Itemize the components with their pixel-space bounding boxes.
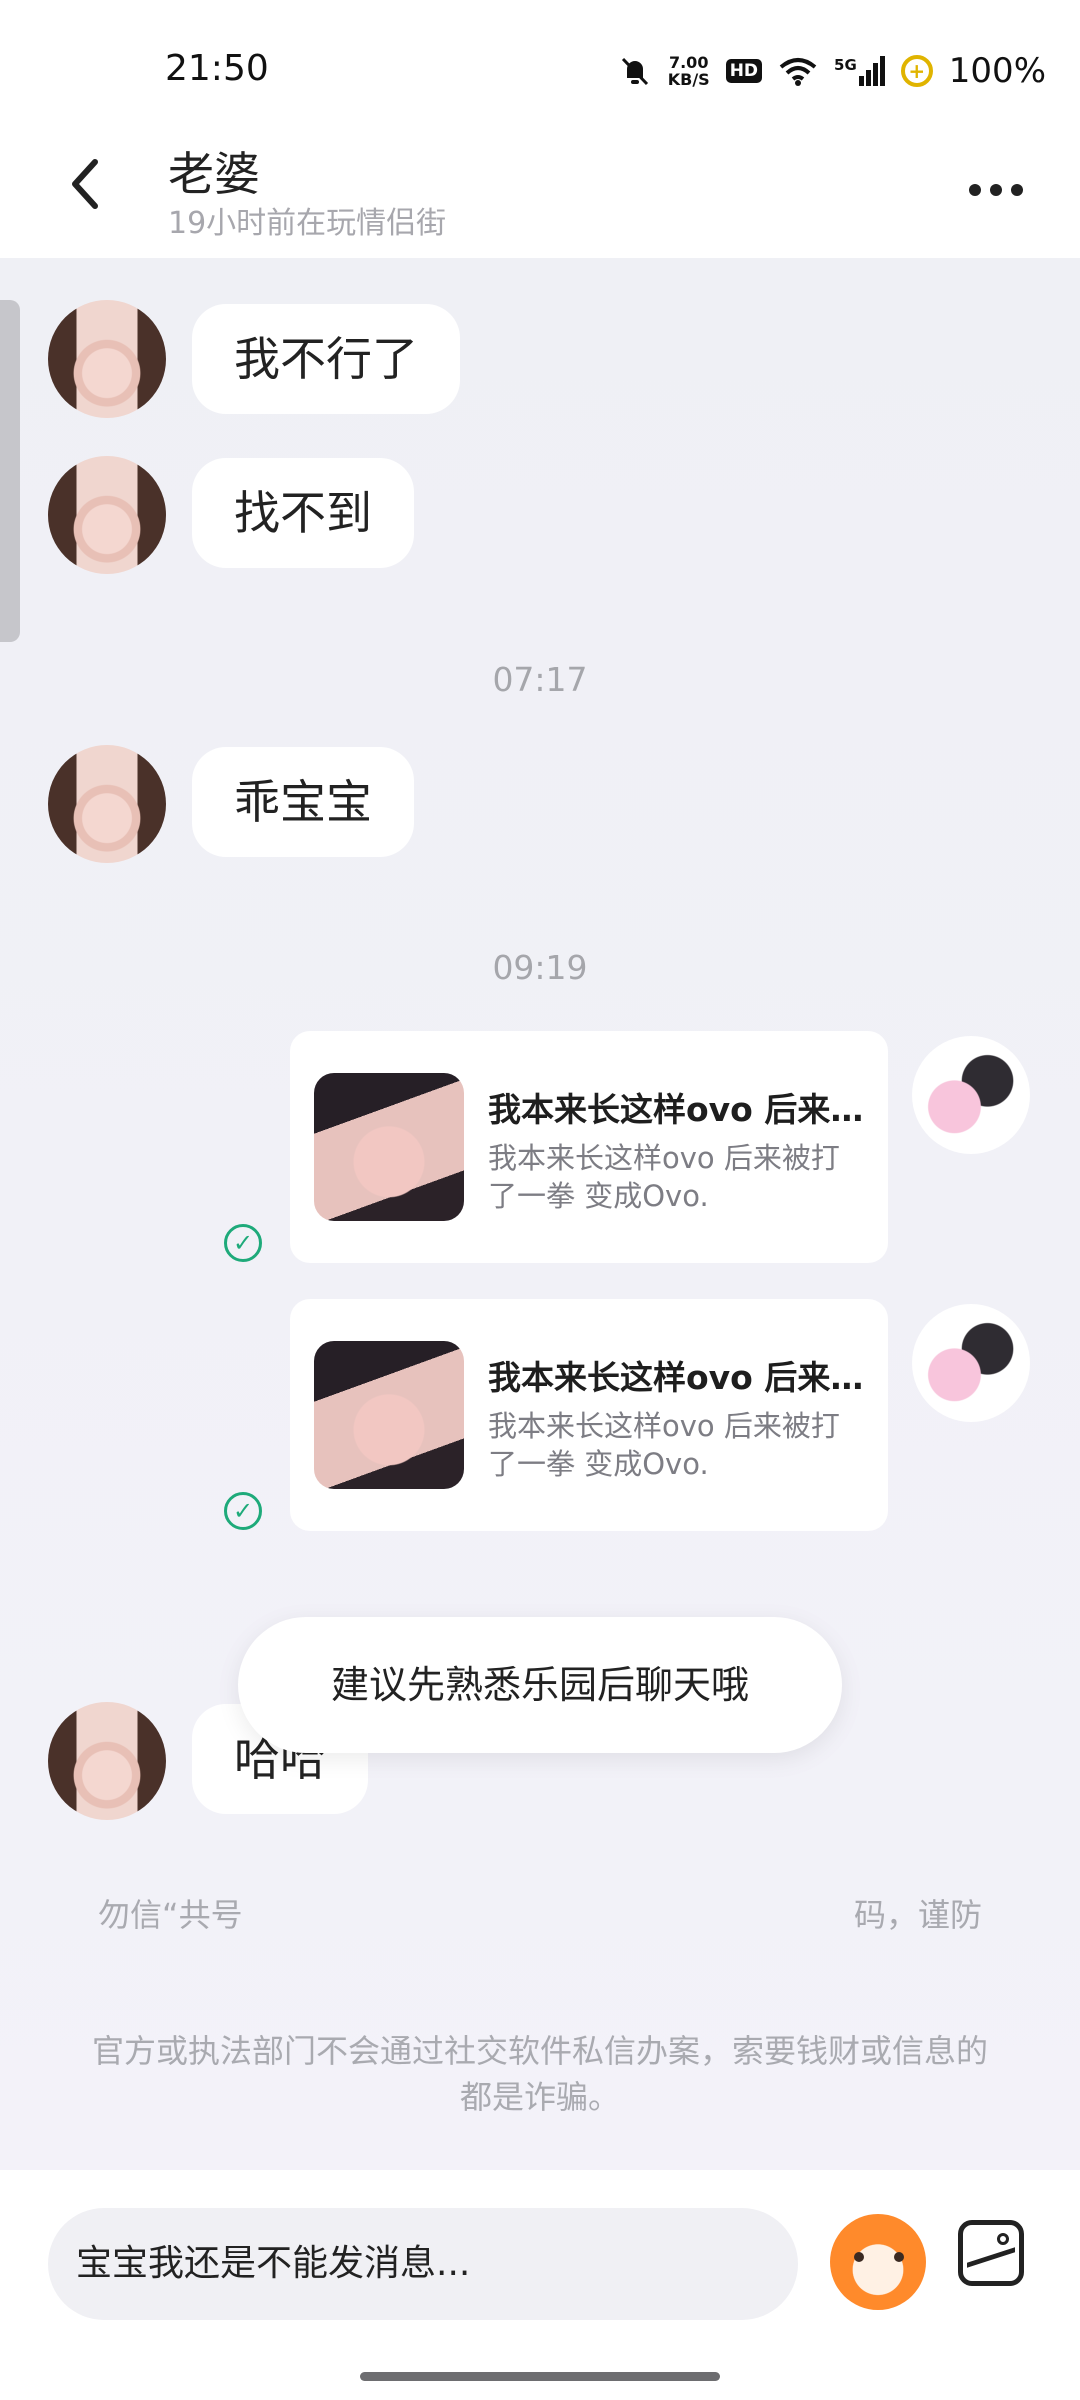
hd-badge: HD [725, 59, 763, 83]
card-thumbnail [314, 1341, 464, 1489]
image-picker-icon[interactable] [958, 2220, 1024, 2286]
sent-check-icon: ✓ [224, 1492, 262, 1530]
timestamp: 09:19 [492, 948, 588, 987]
safety-notice: 官方或执法部门不会通过社交软件私信办案，索要钱财或信息的都是诈骗。 [91, 2032, 988, 2116]
shared-card[interactable]: 我本来长这样ovo 后来被打了一拳 变成Ovo. 我本来长这样ovo 后来被打了… [290, 1031, 888, 1263]
contact-avatar[interactable] [48, 300, 166, 418]
wifi-icon [779, 58, 817, 86]
timestamp: 07:17 [492, 660, 588, 699]
battery-saver-icon: + [900, 55, 933, 87]
contact-avatar[interactable] [48, 1702, 166, 1820]
home-indicator[interactable] [360, 2372, 720, 2381]
cell-signal-icon [858, 56, 885, 86]
message-bubble[interactable]: 乖宝宝 [192, 747, 414, 857]
card-title: 我本来长这样ovo 后来被打了一拳 变成Ovo. [488, 1358, 868, 1397]
card-thumbnail [314, 1073, 464, 1221]
status-bar: 21:50 7.00 KB/S HD 5G + 100% [0, 0, 1080, 130]
contact-name[interactable]: 老婆 [168, 138, 260, 204]
more-button[interactable] [956, 170, 1036, 210]
safety-notice-line: 勿信“共号 码，谨防 [98, 1896, 982, 1934]
toast-message: 建议先熟悉乐园后聊天哦 [238, 1617, 842, 1753]
scrollbar[interactable] [0, 300, 20, 642]
contact-avatar[interactable] [48, 456, 166, 574]
input-bar: 宝宝我还是不能发消息... [0, 2170, 1080, 2400]
status-time: 21:50 [165, 48, 269, 89]
my-avatar[interactable] [912, 1036, 1030, 1154]
net-speed: 7.00 KB/S [667, 53, 710, 89]
mute-bell-icon [621, 57, 648, 86]
my-avatar[interactable] [912, 1304, 1030, 1422]
card-description: 我本来长这样ovo 后来被打了一拳 变成Ovo. [488, 1409, 840, 1481]
card-description: 我本来长这样ovo 后来被打了一拳 变成Ovo. [488, 1141, 840, 1213]
chat-header: 老婆 19小时前在玩情侣街 [0, 130, 1080, 258]
contact-status: 19小时前在玩情侣街 [168, 206, 447, 241]
message-bubble[interactable]: 我不行了 [192, 304, 460, 414]
contact-avatar[interactable] [48, 745, 166, 863]
back-button[interactable] [55, 154, 115, 214]
chevron-left-icon [72, 159, 98, 209]
battery-percent: 100% [948, 51, 1046, 91]
sent-check-icon: ✓ [224, 1224, 262, 1262]
card-title: 我本来长这样ovo 后来被打了一拳 变成Ovo. [488, 1090, 868, 1129]
signal-type-label: 5G [834, 56, 857, 74]
mascot-emoji-icon[interactable] [830, 2214, 926, 2310]
message-bubble[interactable]: 找不到 [192, 458, 414, 568]
message-input[interactable]: 宝宝我还是不能发消息... [48, 2208, 798, 2320]
status-icons: 7.00 KB/S HD 5G + 100% [618, 46, 1046, 96]
shared-card[interactable]: 我本来长这样ovo 后来被打了一拳 变成Ovo. 我本来长这样ovo 后来被打了… [290, 1299, 888, 1531]
more-dots-icon [969, 184, 981, 196]
chat-messages[interactable]: 我不行了 找不到 07:17 乖宝宝 09:19 ✓ 我本来长这样ovo 后来被… [0, 258, 1080, 2170]
